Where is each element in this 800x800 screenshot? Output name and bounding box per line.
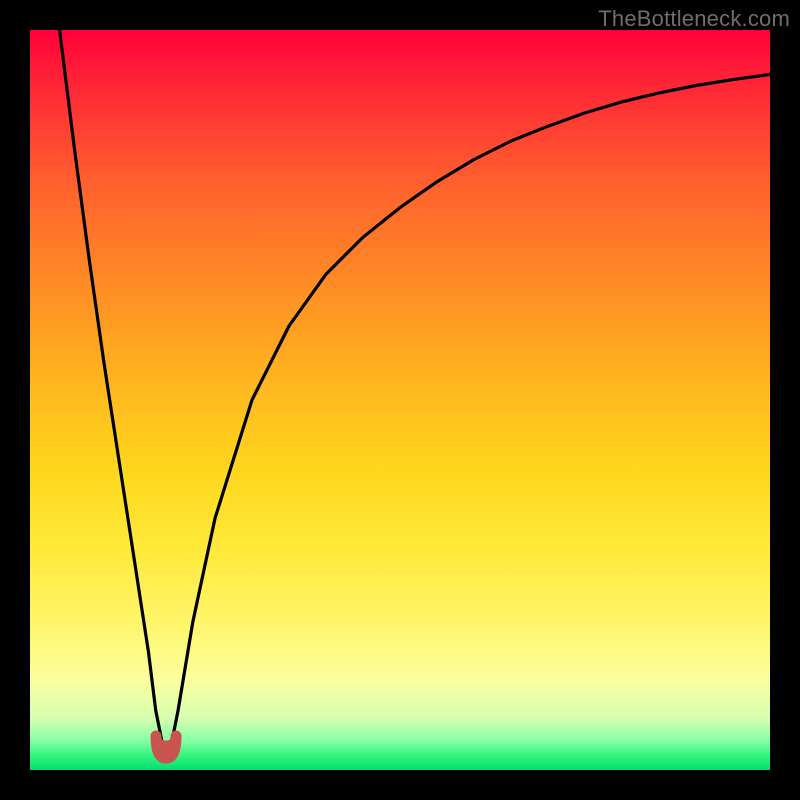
watermark-text: TheBottleneck.com xyxy=(598,6,790,32)
chart-frame: TheBottleneck.com xyxy=(0,0,800,800)
bottleneck-curve-svg xyxy=(30,30,770,770)
optimal-point-marker xyxy=(156,736,176,758)
bottleneck-curve-path xyxy=(60,30,770,748)
plot-area xyxy=(30,30,770,770)
